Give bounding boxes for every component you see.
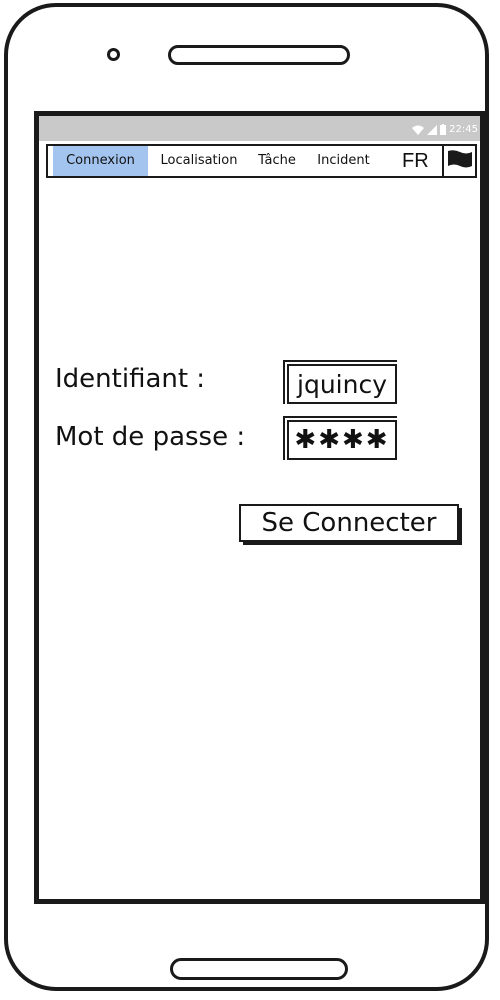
- status-time: 22:45: [449, 123, 478, 135]
- status-bar: 22:45: [39, 116, 480, 141]
- signal-icon: [427, 124, 438, 135]
- wifi-icon: [412, 125, 425, 135]
- flag-icon: [446, 149, 474, 173]
- phone-screen: 22:45 Connexion Localisation Tâche Incid…: [34, 111, 485, 904]
- language-label[interactable]: FR: [402, 146, 429, 176]
- phone-frame: 22:45 Connexion Localisation Tâche Incid…: [4, 3, 489, 991]
- status-icons: 22:45: [412, 124, 478, 135]
- home-button[interactable]: [170, 958, 348, 980]
- password-label: Mot de passe :: [55, 422, 246, 452]
- tab-tache[interactable]: Tâche: [252, 146, 302, 176]
- language-flag-button[interactable]: [442, 144, 477, 178]
- battery-icon: [440, 124, 447, 135]
- password-field[interactable]: ✱✱✱✱: [283, 416, 397, 460]
- tab-localisation[interactable]: Localisation: [152, 146, 246, 176]
- camera-icon: [107, 48, 120, 61]
- username-label: Identifiant :: [55, 364, 206, 394]
- tab-connexion[interactable]: Connexion: [53, 146, 148, 176]
- tab-incident[interactable]: Incident: [310, 146, 377, 176]
- tab-bar: Connexion Localisation Tâche Incident FR: [46, 144, 477, 178]
- connect-button[interactable]: Se Connecter: [239, 504, 462, 545]
- speaker-grille: [168, 45, 350, 65]
- username-field[interactable]: jquincy: [283, 360, 397, 404]
